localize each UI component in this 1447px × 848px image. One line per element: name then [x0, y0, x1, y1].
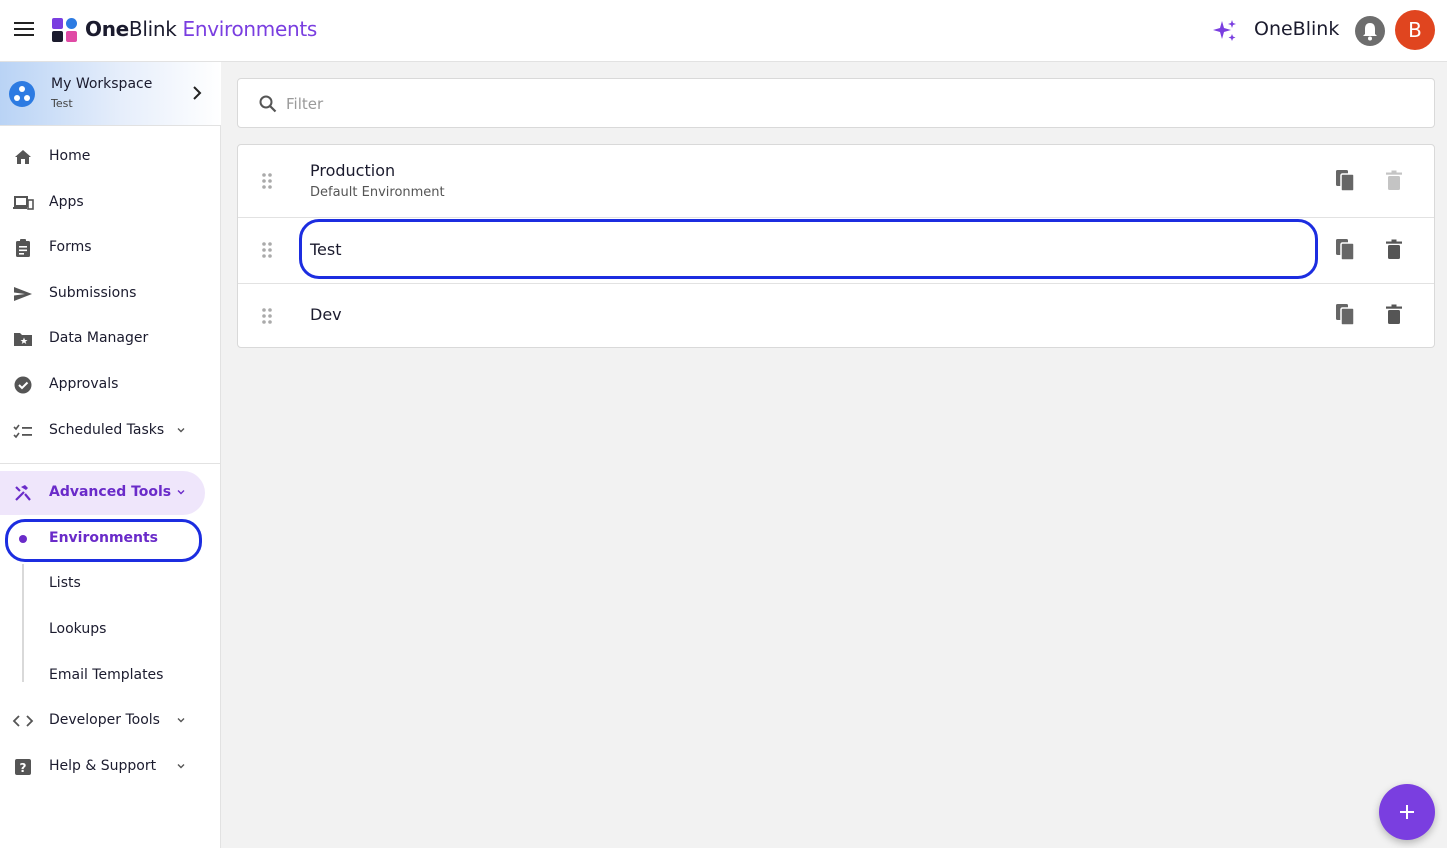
sidebar-divider	[0, 463, 221, 464]
nav-submissions-label: Submissions	[49, 285, 137, 301]
code-icon	[12, 715, 34, 727]
nav-data-manager-label: Data Manager	[49, 330, 149, 346]
nav-lists-label: Lists	[49, 575, 81, 591]
ai-sparkle-icon[interactable]	[1212, 18, 1238, 44]
chevron-down-icon	[177, 490, 185, 495]
nav-forms[interactable]: Forms	[0, 228, 205, 268]
copy-icon[interactable]	[1332, 301, 1360, 329]
environment-name: Production	[310, 161, 396, 180]
tools-icon	[15, 485, 31, 501]
workspace-icon	[9, 81, 35, 107]
workspace-switcher[interactable]: My Workspace Test	[0, 62, 221, 126]
copy-icon[interactable]	[1332, 236, 1360, 264]
home-icon	[15, 150, 31, 164]
nav-environments[interactable]: Environments	[0, 519, 205, 559]
environment-description: Default Environment	[310, 185, 445, 200]
clipboard-icon	[16, 239, 30, 257]
filter-field	[237, 78, 1435, 128]
svg-text:?: ?	[20, 761, 27, 775]
environment-list: Production Default Environment Test Dev	[237, 144, 1435, 348]
workspace-subtitle: Test	[51, 97, 73, 110]
nav-developer-tools[interactable]: Developer Tools	[0, 701, 205, 741]
nav-apps[interactable]: Apps	[0, 183, 205, 223]
workspace-title: My Workspace	[51, 76, 153, 92]
plus-icon	[1400, 805, 1414, 819]
section-title: Environments	[182, 17, 318, 41]
environment-name: Dev	[310, 305, 342, 324]
nav-approvals-label: Approvals	[49, 376, 119, 392]
chevron-right-icon	[193, 86, 202, 100]
checklist-icon	[13, 424, 32, 439]
drag-handle-icon[interactable]	[261, 307, 273, 325]
nav-apps-label: Apps	[49, 194, 84, 210]
menu-icon[interactable]	[14, 22, 34, 38]
nav-lists[interactable]: Lists	[0, 564, 205, 604]
oneblink-logo-icon	[52, 18, 77, 42]
delete-icon[interactable]	[1380, 167, 1408, 195]
app-title: OneBlink Environments	[85, 17, 317, 41]
notifications-bell-icon[interactable]	[1355, 16, 1385, 46]
drag-handle-icon[interactable]	[261, 172, 273, 190]
nav-data-manager[interactable]: Data Manager	[0, 319, 205, 359]
devices-icon	[13, 196, 34, 210]
delete-icon[interactable]	[1380, 236, 1408, 264]
top-app-bar: OneBlink Environments OneBlink B	[0, 0, 1447, 62]
nav-advanced-tools[interactable]: Advanced Tools	[0, 471, 205, 515]
folder-star-icon	[14, 333, 32, 346]
nav-scheduled-tasks[interactable]: Scheduled Tasks	[0, 411, 205, 451]
search-icon	[259, 95, 277, 113]
chevron-down-icon	[177, 428, 185, 433]
brand-rest: Blink	[128, 17, 177, 41]
nav-approvals[interactable]: Approvals	[0, 365, 205, 405]
nav-scheduled-tasks-label: Scheduled Tasks	[49, 422, 165, 438]
send-icon	[14, 287, 32, 301]
filter-input[interactable]	[286, 89, 1406, 119]
chevron-down-icon	[177, 718, 185, 723]
brand-bold: One	[85, 17, 129, 41]
check-circle-icon	[14, 376, 32, 394]
nav-submissions[interactable]: Submissions	[0, 274, 205, 314]
nav-advanced-tools-label: Advanced Tools	[49, 484, 172, 500]
nav-help-support[interactable]: ? Help & Support	[0, 747, 205, 787]
nav-home[interactable]: Home	[0, 137, 205, 177]
nav-environments-label: Environments	[49, 530, 159, 546]
environment-row-production[interactable]: Production Default Environment	[238, 145, 1434, 217]
delete-icon[interactable]	[1380, 301, 1408, 329]
sidebar: My Workspace Test Home Apps Forms Submis…	[0, 62, 221, 848]
environment-name: Test	[310, 240, 342, 259]
environment-row-test[interactable]: Test	[238, 218, 1434, 283]
help-icon: ?	[15, 759, 31, 775]
nav-developer-tools-label: Developer Tools	[49, 712, 160, 728]
chevron-down-icon	[177, 764, 185, 769]
nav-home-label: Home	[49, 148, 91, 164]
nav-help-support-label: Help & Support	[49, 758, 157, 774]
environment-row-dev[interactable]: Dev	[238, 284, 1434, 348]
active-indicator-dot	[19, 535, 27, 543]
org-name[interactable]: OneBlink	[1254, 18, 1339, 40]
nav-lookups[interactable]: Lookups	[0, 610, 205, 650]
user-avatar[interactable]: B	[1395, 10, 1435, 50]
copy-icon[interactable]	[1332, 167, 1360, 195]
nav-email-templates[interactable]: Email Templates	[0, 656, 205, 696]
nav-forms-label: Forms	[49, 239, 92, 255]
nav-lookups-label: Lookups	[49, 621, 107, 637]
drag-handle-icon[interactable]	[261, 241, 273, 259]
nav-email-templates-label: Email Templates	[49, 667, 164, 683]
add-environment-button[interactable]	[1379, 784, 1435, 840]
